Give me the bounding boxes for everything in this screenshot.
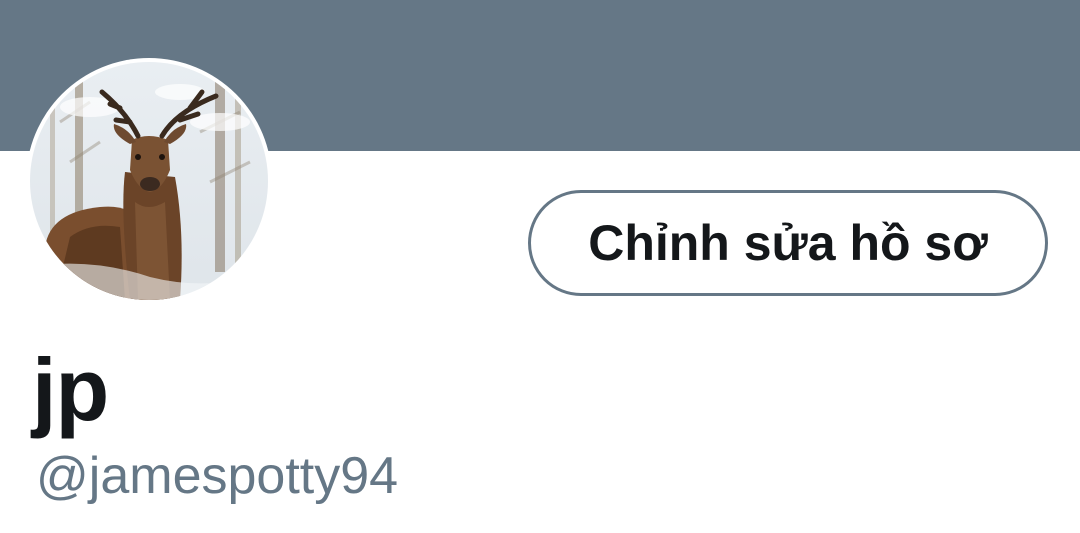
user-handle: @jamespotty94 (36, 447, 399, 505)
edit-profile-button[interactable]: Chỉnh sửa hồ sơ (528, 190, 1048, 296)
deer-photo-icon (30, 62, 268, 300)
profile-header: Chỉnh sửa hồ sơ jp @jamespotty94 (0, 0, 1080, 533)
display-name: jp (32, 340, 109, 439)
avatar[interactable] (26, 58, 272, 304)
edit-profile-label: Chỉnh sửa hồ sơ (588, 215, 988, 271)
